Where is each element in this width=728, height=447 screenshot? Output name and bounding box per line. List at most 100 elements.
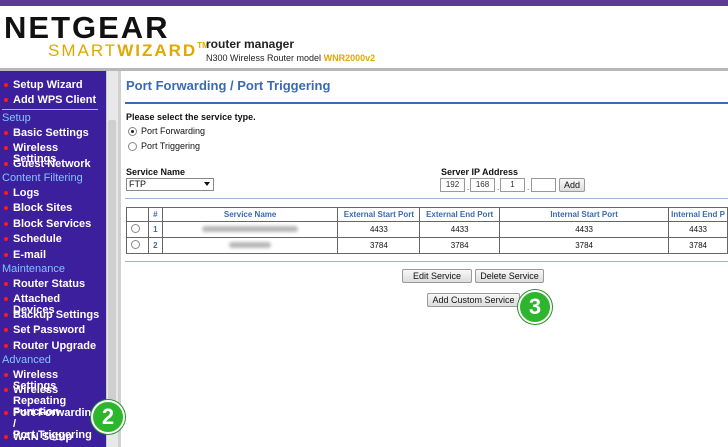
section-divider [125,198,728,199]
sidebar-item-wan-setup[interactable]: WAN Setup [2,432,104,443]
service-type-prompt: Please select the service type. [126,112,256,122]
ip-octet-1-input[interactable]: 192 [440,178,465,192]
bullet-icon [4,191,8,195]
table-row[interactable]: 2 3784 3784 3784 3784 [126,237,728,254]
radio-port-forwarding[interactable]: Port Forwarding [128,126,205,136]
radio-port-triggering-label: Port Triggering [141,141,201,151]
server-ip-label: Server IP Address [441,167,519,177]
sidebar-item-logs[interactable]: Logs [2,188,104,199]
sidebar-heading-maintenance: Maintenance [2,263,65,275]
row-select-cell[interactable] [126,237,149,254]
dropdown-arrow-icon [204,182,210,186]
row-select-cell[interactable] [126,221,149,238]
router-manager-title: router manager [206,37,295,51]
sidebar-item-add-wps[interactable]: Add WPS Client [2,95,104,106]
ip-octet-3-input[interactable]: 1 [500,178,525,192]
bullet-icon [4,344,8,348]
edit-service-button[interactable]: Edit Service [402,269,472,283]
sidebar-item-block-sites[interactable]: Block Sites [2,203,104,214]
sidebar-scrollbar-thumb[interactable] [108,120,116,410]
row-int-start: 4433 [499,221,670,238]
radio-checked-icon[interactable] [128,126,137,136]
redacted-text [229,242,272,248]
table-header-int-start: Internal Start Port [499,207,670,222]
sidebar-item-set-password[interactable]: Set Password [2,325,104,336]
sidebar-item-setup-wizard[interactable]: Setup Wizard [2,80,104,91]
sidebar-heading-content-filtering: Content Filtering [2,172,83,184]
bullet-icon [4,411,8,415]
sidebar-nav: Setup Wizard Add WPS Client Setup Basic … [0,71,106,447]
table-row[interactable]: 1 4433 4433 4433 4433 [126,221,728,238]
delete-service-button[interactable]: Delete Service [475,269,544,283]
bullet-icon [4,146,8,150]
table-header-row: # Service Name External Start Port Exter… [126,207,728,222]
bullet-icon [4,313,8,317]
router-subtitle: N300 Wireless Router [206,53,295,63]
row-ext-end: 4433 [419,221,501,238]
ip-dot: . [497,183,500,192]
bullet-icon [4,83,8,87]
sidebar-divider [2,109,98,110]
bullet-icon [4,162,8,166]
sidebar-item-email[interactable]: E-mail [2,250,104,261]
logo-smart-text: SMART [48,41,118,60]
service-name-value: FTP [129,179,146,189]
radio-unchecked-icon[interactable] [128,141,137,151]
sidebar-item-schedule[interactable]: Schedule [2,234,104,245]
bullet-icon [4,237,8,241]
table-header-ext-start: External Start Port [337,207,421,222]
smartwizard-logo: SMARTWIZARDTM [48,41,209,61]
sidebar-item-basic-settings[interactable]: Basic Settings [2,128,104,139]
bullet-icon [4,206,8,210]
sidebar-item-guest-network[interactable]: Guest Network [2,159,104,170]
radio-port-triggering[interactable]: Port Triggering [128,141,200,151]
model-value: WNR2000v2 [323,53,376,63]
page-title: Port Forwarding / Port Triggering [126,78,331,93]
row-int-end: 3784 [668,237,728,254]
row-ext-start: 3784 [337,237,421,254]
service-name-select[interactable]: FTP [126,178,214,191]
add-custom-service-button[interactable]: Add Custom Service [427,293,520,307]
bullet-icon [4,388,8,392]
radio-port-forwarding-label: Port Forwarding [141,126,206,136]
bullet-icon [4,297,8,301]
table-header-num: # [147,207,163,222]
services-table: # Service Name External Start Port Exter… [126,207,728,254]
row-num: 1 [147,221,163,238]
sidebar-item-router-upgrade[interactable]: Router Upgrade [2,341,104,352]
radio-unchecked-icon[interactable] [130,224,140,233]
ip-dot: . [467,183,470,192]
radio-unchecked-icon[interactable] [130,240,140,249]
table-header-ext-end: External End Port [419,207,501,222]
bullet-icon [4,253,8,257]
sidebar-heading-setup: Setup [2,112,31,124]
redacted-text [202,226,299,232]
model-label: model [296,53,322,63]
bullet-icon [4,131,8,135]
bullet-icon [4,373,8,377]
content-divider [118,71,121,447]
add-button[interactable]: Add [559,178,585,192]
section-divider [125,261,728,262]
bullet-icon [4,328,8,332]
logo-wizard-text: WIZARD [117,41,198,60]
ip-dot: . [527,183,530,192]
bullet-icon [4,282,8,286]
ip-octet-2-input[interactable]: 168 [470,178,495,192]
table-header-select [126,207,149,222]
sidebar-item-router-status[interactable]: Router Status [2,279,104,290]
step-badge-2: 2 [91,400,125,434]
table-header-int-end: Internal End P [668,207,728,222]
service-name-label: Service Name [126,167,186,177]
sidebar-item-backup-settings[interactable]: Backup Settings [2,310,104,321]
sidebar-item-block-services[interactable]: Block Services [2,219,104,230]
table-header-service-name: Service Name [161,207,339,222]
row-num: 2 [147,237,163,254]
row-int-end: 4433 [668,221,728,238]
title-divider [125,102,728,104]
row-int-start: 3784 [499,237,670,254]
step-badge-3: 3 [518,290,552,324]
row-service-name-redacted [161,221,339,238]
bullet-icon [4,222,8,226]
ip-octet-4-input[interactable] [531,178,556,192]
